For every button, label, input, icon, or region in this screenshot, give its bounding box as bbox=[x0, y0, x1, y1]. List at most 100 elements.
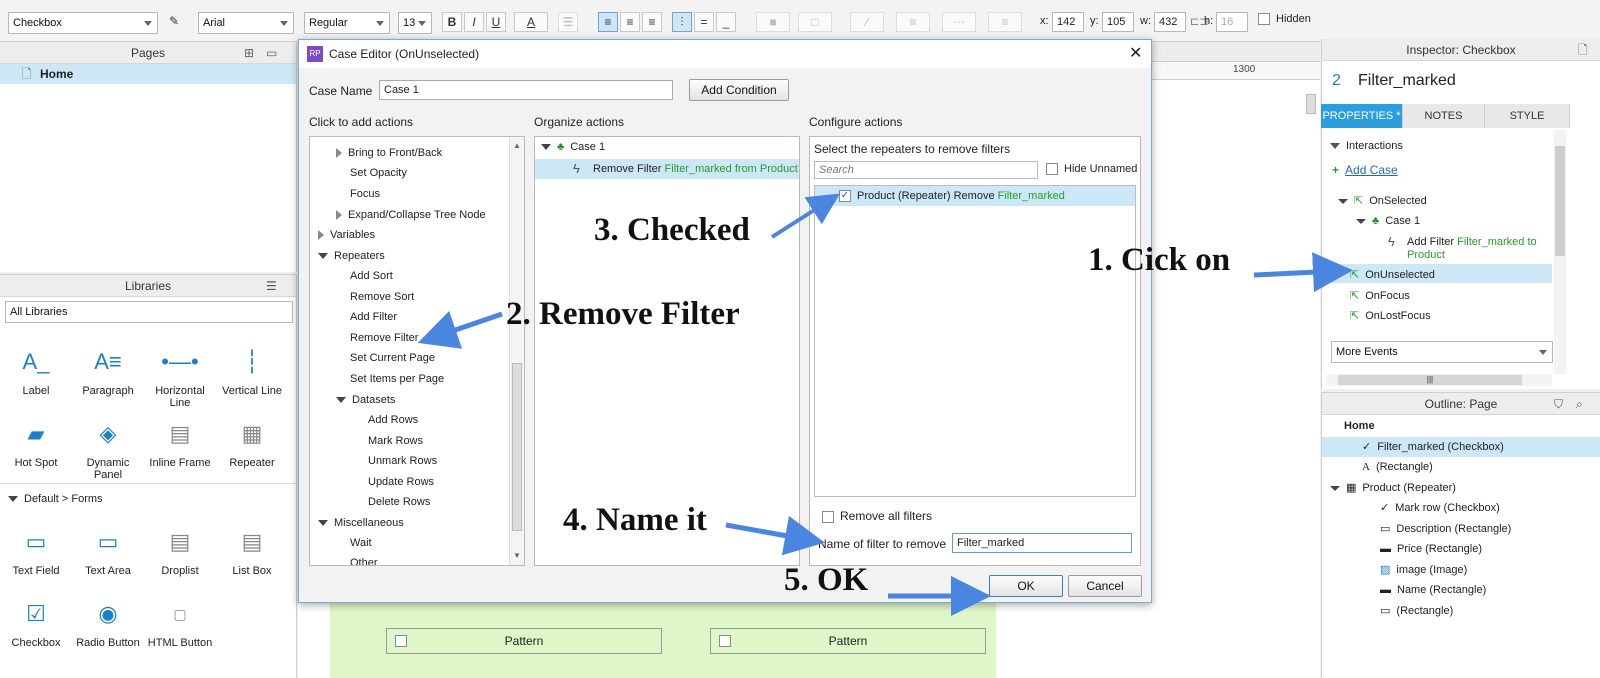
event-on-focus[interactable]: ⇱ OnFocus bbox=[1350, 289, 1410, 302]
cancel-button[interactable]: Cancel bbox=[1068, 575, 1142, 597]
underline-button[interactable]: U bbox=[486, 12, 506, 32]
font-size-select[interactable]: 13 bbox=[398, 12, 432, 34]
action-group-variables[interactable]: Variables bbox=[318, 229, 375, 241]
action-add-filter-row[interactable]: Add Filter Filter_marked to Product bbox=[1407, 236, 1537, 262]
add-case-link[interactable]: + Add Case bbox=[1332, 163, 1398, 177]
x-input[interactable]: 142 bbox=[1052, 12, 1084, 32]
forms-section-header[interactable]: Default > Forms bbox=[8, 493, 103, 505]
event-on-selected[interactable]: ⇱ OnSelected bbox=[1338, 194, 1427, 207]
y-input[interactable]: 105 bbox=[1102, 12, 1134, 32]
action-add-filter[interactable]: Add Filter bbox=[350, 311, 397, 323]
w-input[interactable]: 432 bbox=[1154, 12, 1186, 32]
shadow-icon[interactable]: □ bbox=[798, 12, 832, 32]
menu-icon[interactable]: ☰ bbox=[266, 275, 277, 297]
library-item-text-area[interactable]: ▭ Text Area bbox=[72, 525, 144, 577]
library-item-droplist[interactable]: ▤ Droplist bbox=[144, 525, 216, 577]
action-remove-filter[interactable]: Remove Filter bbox=[350, 332, 418, 344]
hidden-checkbox[interactable]: Hidden bbox=[1258, 13, 1311, 26]
tab-properties[interactable]: PROPERTIES * bbox=[1321, 104, 1403, 128]
action-set-opacity[interactable]: Set Opacity bbox=[350, 167, 407, 179]
inspector-h-scrollbar[interactable]: ||| bbox=[1326, 374, 1552, 386]
inspector-scrollbar[interactable] bbox=[1554, 130, 1566, 374]
scroll-down-icon[interactable]: ▼ bbox=[513, 551, 521, 560]
organize-action-row[interactable]: ϟ Remove Filter Filter_marked from Produ… bbox=[535, 159, 799, 179]
outline-item-name[interactable]: ▬ Name (Rectangle) bbox=[1322, 580, 1600, 600]
scroll-up-icon[interactable]: ▲ bbox=[513, 141, 521, 150]
action-unmark-rows[interactable]: Unmark Rows bbox=[368, 455, 437, 467]
library-item-text-field[interactable]: ▭ Text Field bbox=[0, 525, 72, 577]
action-mark-rows[interactable]: Mark Rows bbox=[368, 435, 423, 447]
scroll-thumb[interactable] bbox=[1555, 146, 1565, 256]
widget-type-select[interactable]: Checkbox bbox=[8, 12, 158, 34]
ok-button[interactable]: OK bbox=[989, 575, 1063, 597]
font-color-button[interactable]: A bbox=[514, 12, 548, 32]
arrow-style-icon[interactable]: ≡ bbox=[988, 12, 1022, 32]
font-style-select[interactable]: Regular bbox=[304, 12, 390, 34]
italic-button[interactable]: I bbox=[464, 12, 484, 32]
widget-name-field[interactable]: Filter_marked bbox=[1358, 72, 1456, 90]
valign-middle-icon[interactable]: = bbox=[694, 12, 714, 32]
line-width-icon[interactable]: ≡ bbox=[896, 12, 930, 32]
action-expand-collapse[interactable]: Expand/Collapse Tree Node bbox=[336, 209, 486, 221]
action-set-items-per-page[interactable]: Set Items per Page bbox=[350, 373, 444, 385]
align-right-icon[interactable]: ≡ bbox=[642, 12, 662, 32]
library-item-vertical-line[interactable]: ┆ Vertical Line bbox=[216, 345, 288, 397]
add-condition-button[interactable]: Add Condition bbox=[689, 79, 789, 101]
library-item-paragraph[interactable]: A≡ Paragraph bbox=[72, 345, 144, 397]
h-input[interactable]: 16 bbox=[1216, 12, 1248, 32]
library-item-checkbox[interactable]: ☑ Checkbox bbox=[0, 597, 72, 649]
action-update-rows[interactable]: Update Rows bbox=[368, 476, 434, 488]
outline-item-rectangle[interactable]: A (Rectangle) bbox=[1322, 457, 1600, 477]
libraries-select[interactable]: All Libraries bbox=[5, 301, 293, 323]
outline-item-rectangle-2[interactable]: ▭ (Rectangle) bbox=[1322, 601, 1600, 621]
action-add-rows[interactable]: Add Rows bbox=[368, 414, 418, 426]
action-set-current-page[interactable]: Set Current Page bbox=[350, 352, 435, 364]
valign-top-icon[interactable]: ⫶ bbox=[672, 12, 692, 32]
library-item-radio-button[interactable]: ◉ Radio Button bbox=[72, 597, 144, 649]
action-delete-rows[interactable]: Delete Rows bbox=[368, 496, 430, 508]
remove-all-filters-checkbox[interactable]: Remove all filters bbox=[822, 509, 932, 523]
add-page-icon[interactable]: ⊞ bbox=[244, 42, 254, 64]
valign-bottom-icon[interactable]: _ bbox=[716, 12, 736, 32]
interactions-section[interactable]: Interactions bbox=[1330, 140, 1403, 152]
outline-item-description[interactable]: ▭ Description (Rectangle) bbox=[1322, 519, 1600, 539]
action-group-datasets[interactable]: Datasets bbox=[336, 394, 395, 406]
tab-notes[interactable]: NOTES bbox=[1403, 104, 1485, 128]
filter-name-input[interactable]: Filter_marked bbox=[952, 533, 1132, 553]
action-remove-sort[interactable]: Remove Sort bbox=[350, 291, 414, 303]
font-family-select[interactable]: Arial bbox=[198, 12, 294, 34]
event-on-unselected[interactable]: ⇱ OnUnselected bbox=[1350, 268, 1435, 281]
search-icon[interactable]: ⌕ bbox=[1576, 393, 1583, 415]
action-group-miscellaneous[interactable]: Miscellaneous bbox=[318, 517, 404, 529]
library-item-repeater[interactable]: ▦ Repeater bbox=[216, 417, 288, 469]
outline-item-home[interactable]: Home bbox=[1322, 416, 1600, 436]
outline-item-mark-row[interactable]: ✓ Mark row (Checkbox) bbox=[1322, 498, 1600, 518]
action-wait[interactable]: Wait bbox=[350, 537, 372, 549]
action-bring-to-front[interactable]: Bring to Front/Back bbox=[336, 147, 442, 159]
library-item-horizontal-line[interactable]: •—• Horizontal Line bbox=[144, 345, 216, 409]
page-item-home[interactable]: 🗋 Home bbox=[0, 64, 296, 84]
library-item-inline-frame[interactable]: ▤ Inline Frame bbox=[144, 417, 216, 469]
page-icon[interactable]: 🗋 bbox=[1578, 39, 1588, 61]
line-style-icon[interactable]: ⋯ bbox=[942, 12, 976, 32]
library-item-hot-spot[interactable]: ▰ Hot Spot bbox=[0, 417, 72, 469]
tab-style[interactable]: STYLE bbox=[1485, 104, 1570, 128]
canvas-scrollbar[interactable] bbox=[1306, 94, 1316, 114]
event-on-lost-focus[interactable]: ⇱ OnLostFocus bbox=[1350, 309, 1431, 322]
action-add-sort[interactable]: Add Sort bbox=[350, 270, 393, 282]
fill-color-icon[interactable]: ■ bbox=[756, 12, 790, 32]
library-item-list-box[interactable]: ▤ List Box bbox=[216, 525, 288, 577]
case-node[interactable]: ♣ Case 1 bbox=[541, 141, 605, 153]
outline-item-price[interactable]: ▬ Price (Rectangle) bbox=[1322, 539, 1600, 559]
bold-button[interactable]: B bbox=[442, 12, 462, 32]
style-icon[interactable]: ✎ bbox=[164, 12, 184, 32]
filter-icon[interactable]: ⛉ bbox=[1554, 393, 1563, 415]
case-node[interactable]: ♣ Case 1 bbox=[1356, 215, 1420, 227]
actions-scrollbar[interactable]: ▲ ▼ bbox=[509, 137, 524, 565]
action-group-repeaters[interactable]: Repeaters bbox=[318, 250, 385, 262]
hide-unnamed-checkbox[interactable]: Hide Unnamed bbox=[1046, 163, 1137, 176]
checked-checkbox-icon[interactable]: ✓ bbox=[839, 190, 851, 203]
outline-item-filter-marked[interactable]: ✓ Filter_marked (Checkbox) bbox=[1322, 437, 1600, 457]
repeater-search-input[interactable] bbox=[814, 161, 1038, 179]
add-folder-icon[interactable]: ▭ bbox=[266, 42, 277, 64]
